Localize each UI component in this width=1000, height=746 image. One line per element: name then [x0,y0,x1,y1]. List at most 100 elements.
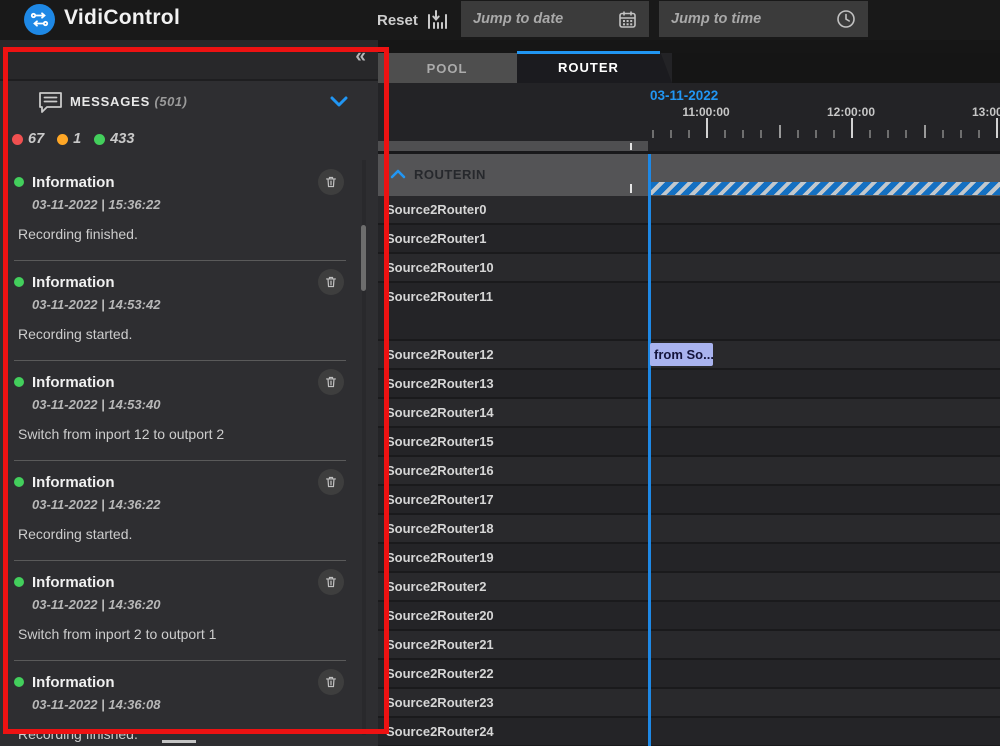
router-row[interactable]: Source2Router16 [378,457,1000,486]
tab-pool-label: POOL [427,61,468,76]
router-row[interactable]: Source2Router24 [378,718,1000,746]
row-label: Source2Router15 [378,428,1000,455]
delete-message-button[interactable] [318,169,344,195]
ruler-tick [760,130,762,138]
router-row[interactable]: Source2Router13 [378,370,1000,399]
severity-count-error: 67 [12,131,44,147]
ruler-tick [996,118,998,138]
router-row[interactable]: Source2Router12from So... [378,341,1000,370]
jump-to-time-input[interactable]: Jump to time [659,1,868,37]
ruler-tick [724,130,726,138]
jump-to-date-input[interactable]: Jump to date [461,1,649,37]
hour-label: 11:00:00 [661,105,751,119]
warning-count: 1 [73,131,81,147]
message-body: Switch from inport 2 to outport 1 [18,626,346,642]
row-label: Source2Router14 [378,399,1000,426]
vidicontrol-window: VidiControl Reset Jump to date [0,0,1000,746]
row-label: Source2Router2 [378,573,1000,600]
message-head: Information [14,670,346,694]
ruler-tick [688,130,690,138]
message-severity: Information [32,274,318,291]
router-row[interactable]: Source2Router1 [378,225,1000,254]
trash-icon [324,175,338,189]
message-severity: Information [32,474,318,491]
timeline-clip[interactable]: from So... [650,343,713,366]
message-item: Information03-11-2022 | 14:36:08Recordin… [14,661,346,746]
message-item: Information03-11-2022 | 14:36:22Recordin… [14,461,346,561]
hour-label: 13:00:00 [951,105,1000,119]
router-row[interactable]: Source2Router18 [378,515,1000,544]
recording-hatched-bar[interactable] [651,182,1000,195]
tab-router[interactable]: ROUTER [517,51,672,83]
router-row[interactable]: Source2Router15 [378,428,1000,457]
severity-counts: 67 1 433 [12,131,134,147]
delete-message-button[interactable] [318,569,344,595]
chevron-up-icon[interactable] [390,168,406,179]
ruler-tick [851,118,853,138]
message-head: Information [14,270,346,294]
reset-button[interactable]: Reset [377,0,449,40]
router-row[interactable]: Source2Router17 [378,486,1000,515]
info-count: 433 [110,131,134,147]
group-label: ROUTERIN [414,167,486,182]
row-label: Source2Router11 [378,283,1000,310]
row-label: Source2Router21 [378,631,1000,658]
messages-scrollbar-thumb[interactable] [361,225,366,291]
ruler-tick [706,118,708,138]
scrollbar-marker [630,143,632,150]
message-item: Information03-11-2022 | 14:36:20Switch f… [14,561,346,661]
message-body: Switch from inport 12 to outport 2 [18,426,346,442]
ruler-tick [833,130,835,138]
reset-levels-icon [425,8,449,32]
router-row[interactable]: Source2Router0 [378,196,1000,225]
app-logo [24,4,55,35]
messages-panel: « MESSAGES (501) 671433 Information03-11… [0,40,378,746]
messages-list: Information03-11-2022 | 15:36:22Recordin… [14,161,346,746]
row-label: Source2Router13 [378,370,1000,397]
row-label: Source2Router22 [378,660,1000,687]
info-dot-icon [14,277,24,287]
main-top-band [378,40,1000,53]
ruler-tick [887,130,889,138]
collapse-panel-icon[interactable]: « [355,46,366,68]
router-row[interactable]: Source2Router10 [378,254,1000,283]
router-row[interactable]: Source2Router19 [378,544,1000,573]
panel-resize-handle[interactable] [162,740,196,743]
router-row[interactable]: Source2Router22 [378,660,1000,689]
chevron-down-icon[interactable] [330,96,348,108]
ruler-tick [942,130,944,138]
trash-icon [324,675,338,689]
router-row[interactable]: Source2Router2 [378,573,1000,602]
calendar-icon[interactable] [618,10,637,29]
ruler-tick [779,125,781,138]
row-label: Source2Router24 [378,718,1000,745]
jump-to-time-placeholder: Jump to time [671,11,761,27]
message-timestamp: 03-11-2022 | 14:53:40 [32,397,346,412]
delete-message-button[interactable] [318,669,344,695]
delete-message-button[interactable] [318,469,344,495]
router-row[interactable]: Source2Router20 [378,602,1000,631]
tab-router-label: ROUTER [517,60,660,75]
router-row[interactable]: Source2Router14 [378,399,1000,428]
delete-message-button[interactable] [318,269,344,295]
messages-title: MESSAGES (501) [70,94,187,109]
router-timeline-area: POOL ROUTER 03-11-2022 11:00:0012:00:001… [378,40,1000,746]
warning-dot-icon [57,134,68,145]
info-dot-icon [14,377,24,387]
jump-to-date-placeholder: Jump to date [473,11,563,27]
tab-pool[interactable]: POOL [378,53,517,83]
playhead-line[interactable] [648,154,651,746]
router-rows: Source2Router0Source2Router1Source2Route… [378,196,1000,746]
router-row[interactable]: Source2Router11 [378,283,1000,341]
ruler-tick [905,130,907,138]
ruler-tick [960,130,962,138]
router-row[interactable]: Source2Router21 [378,631,1000,660]
severity-count-info: 433 [94,131,134,147]
info-dot-icon [14,177,24,187]
row-label: Source2Router17 [378,486,1000,513]
delete-message-button[interactable] [318,369,344,395]
message-head: Information [14,370,346,394]
messages-header[interactable]: MESSAGES (501) [0,81,378,121]
router-row[interactable]: Source2Router23 [378,689,1000,718]
clock-icon[interactable] [836,9,856,29]
